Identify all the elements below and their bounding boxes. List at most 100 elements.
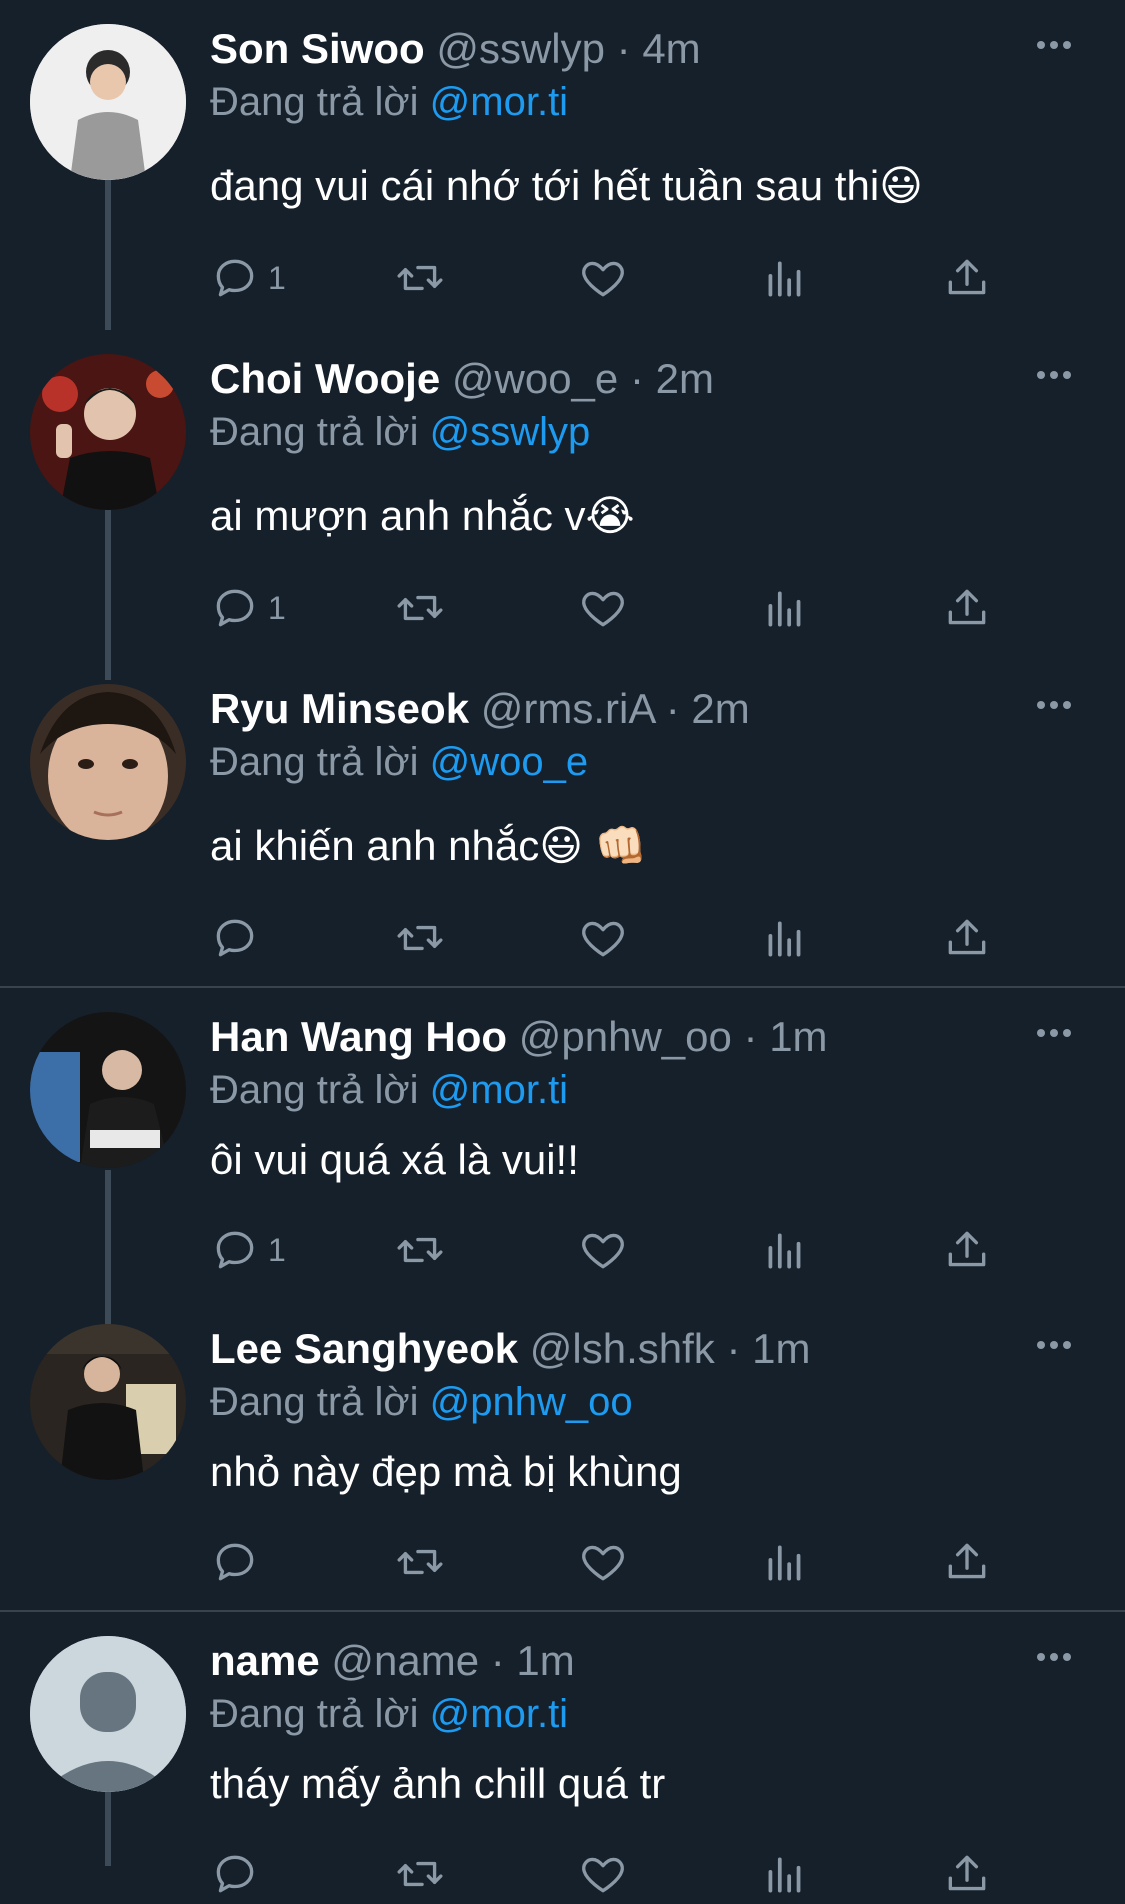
tweet[interactable]: Lee Sanghyeok @lsh.shfk · 1m Đang trả lờ…	[0, 1300, 1125, 1610]
heart-icon	[582, 591, 624, 627]
display-name[interactable]: Ryu Minseok	[210, 685, 469, 732]
reply-icon	[216, 919, 254, 957]
display-name[interactable]: Choi Wooje	[210, 355, 440, 402]
emoji: 😃	[879, 162, 923, 209]
mention-link[interactable]: @mor.ti	[430, 1692, 568, 1736]
share-button[interactable]	[942, 1220, 992, 1280]
tweet[interactable]: name @name · 1m Đang trả lời @mor.ti thá…	[0, 1612, 1125, 1893]
mention-link[interactable]: @sswlyp	[430, 410, 591, 454]
share-icon	[948, 1231, 986, 1267]
reply-prefix: Đang trả lời	[210, 740, 419, 784]
avatar[interactable]	[30, 1636, 186, 1792]
tweet-header: name @name · 1m	[210, 1636, 575, 1686]
more-icon[interactable]	[1037, 366, 1079, 380]
reply-context: Đang trả lời @sswlyp	[210, 408, 590, 456]
views-icon	[768, 261, 801, 297]
like-button[interactable]	[578, 1532, 628, 1592]
retweet-button[interactable]	[395, 578, 445, 638]
tweet-text-content: ôi vui quá xá là vui!!	[210, 1136, 579, 1183]
timestamp[interactable]: 4m	[642, 25, 700, 72]
tweet[interactable]: Ryu Minseok @rms.riA · 2m Đang trả lời @…	[0, 660, 1125, 986]
views-icon	[768, 591, 801, 627]
reply-button[interactable]: 1	[210, 1220, 286, 1280]
display-name[interactable]: Lee Sanghyeok	[210, 1325, 518, 1372]
display-name[interactable]: Han Wang Hoo	[210, 1013, 507, 1060]
mention-link[interactable]: @pnhw_oo	[430, 1380, 633, 1424]
tweet[interactable]: Han Wang Hoo @pnhw_oo · 1m Đang trả lời …	[0, 988, 1125, 1300]
retweet-button[interactable]	[395, 1844, 445, 1904]
display-name[interactable]: Son Siwoo	[210, 25, 425, 72]
like-button[interactable]	[578, 1220, 628, 1280]
avatar[interactable]	[30, 354, 186, 510]
reply-prefix: Đang trả lời	[210, 1380, 419, 1424]
avatar[interactable]	[30, 684, 186, 840]
tweet-header: Choi Wooje @woo_e · 2m	[210, 354, 714, 404]
mention-link[interactable]: @mor.ti	[430, 1068, 568, 1112]
like-button[interactable]	[578, 578, 628, 638]
action-bar: 1	[0, 248, 1125, 308]
views-icon	[768, 1857, 801, 1893]
share-icon	[948, 589, 986, 625]
retweet-button[interactable]	[395, 248, 445, 308]
reply-icon	[216, 1231, 254, 1269]
avatar[interactable]	[30, 24, 186, 180]
reply-context: Đang trả lời @mor.ti	[210, 1066, 568, 1114]
heart-icon	[582, 921, 624, 957]
action-bar: 1	[0, 1220, 1125, 1280]
views-button[interactable]	[760, 1844, 810, 1904]
reply-button[interactable]: 1	[210, 578, 286, 638]
tweet[interactable]: Choi Wooje @woo_e · 2m Đang trả lời @ssw…	[0, 330, 1125, 660]
retweet-button[interactable]	[395, 908, 445, 968]
heart-icon	[582, 1233, 624, 1269]
handle[interactable]: @pnhw_oo	[519, 1013, 732, 1060]
reply-icon	[216, 259, 254, 297]
views-button[interactable]	[760, 248, 810, 308]
more-icon[interactable]	[1037, 696, 1079, 710]
share-button[interactable]	[942, 1844, 992, 1904]
display-name[interactable]: name	[210, 1637, 320, 1684]
handle[interactable]: @sswlyp	[436, 25, 605, 72]
like-button[interactable]	[578, 1844, 628, 1904]
reply-button[interactable]	[210, 908, 268, 968]
tweet-header: Ryu Minseok @rms.riA · 2m	[210, 684, 750, 734]
tweet[interactable]: Son Siwoo @sswlyp · 4m Đang trả lời @mor…	[0, 0, 1125, 330]
handle[interactable]: @lsh.shfk	[530, 1325, 715, 1372]
timestamp[interactable]: 2m	[656, 355, 714, 402]
tweet-text-content: đang vui cái nhớ tới hết tuần sau thi	[210, 162, 880, 209]
avatar[interactable]	[30, 1012, 186, 1168]
share-button[interactable]	[942, 248, 992, 308]
like-button[interactable]	[578, 248, 628, 308]
mention-link[interactable]: @woo_e	[430, 740, 588, 784]
reply-context: Đang trả lời @mor.ti	[210, 78, 568, 126]
reply-button[interactable]	[210, 1532, 268, 1592]
handle[interactable]: @woo_e	[452, 355, 618, 402]
handle[interactable]: @rms.riA	[481, 685, 654, 732]
timestamp[interactable]: 1m	[769, 1013, 827, 1060]
avatar[interactable]	[30, 1324, 186, 1480]
views-button[interactable]	[760, 1532, 810, 1592]
reply-button[interactable]: 1	[210, 248, 286, 308]
reply-button[interactable]	[210, 1844, 260, 1904]
handle[interactable]: @name	[331, 1637, 479, 1684]
share-icon	[948, 259, 986, 295]
retweet-icon	[397, 595, 443, 621]
share-button[interactable]	[942, 908, 992, 968]
views-button[interactable]	[760, 1220, 810, 1280]
timestamp[interactable]: 2m	[691, 685, 749, 732]
share-button[interactable]	[942, 578, 992, 638]
mention-link[interactable]: @mor.ti	[430, 80, 568, 124]
retweet-button[interactable]	[395, 1532, 445, 1592]
views-button[interactable]	[760, 908, 810, 968]
more-icon[interactable]	[1037, 1024, 1079, 1038]
timestamp[interactable]: 1m	[516, 1637, 574, 1684]
tweet-text: nhỏ này đẹp mà bị khùng	[210, 1446, 682, 1498]
more-icon[interactable]	[1037, 1336, 1079, 1350]
heart-icon	[582, 261, 624, 297]
like-button[interactable]	[578, 908, 628, 968]
more-icon[interactable]	[1037, 1648, 1079, 1662]
timestamp[interactable]: 1m	[752, 1325, 810, 1372]
share-button[interactable]	[942, 1532, 992, 1592]
views-button[interactable]	[760, 578, 810, 638]
more-icon[interactable]	[1037, 36, 1079, 50]
retweet-button[interactable]	[395, 1220, 445, 1280]
